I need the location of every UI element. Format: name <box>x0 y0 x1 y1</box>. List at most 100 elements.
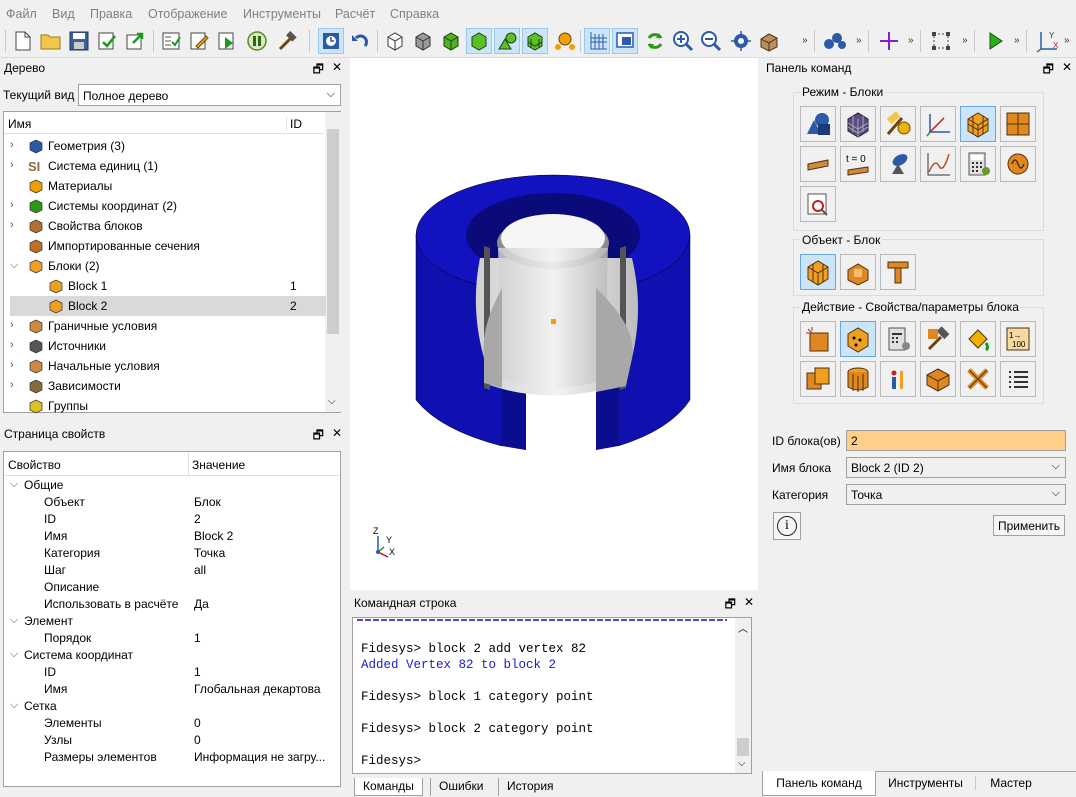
3d-viewport[interactable]: Z Y X <box>350 58 758 590</box>
tree-item[interactable]: Импортированные сечения <box>10 236 326 256</box>
mode-calc-button[interactable] <box>960 146 996 182</box>
mode-blocks-button[interactable] <box>960 106 996 142</box>
property-row[interactable]: Категория Точка <box>4 545 334 562</box>
model-render[interactable] <box>350 58 758 590</box>
tab-tools[interactable]: Инструменты <box>876 776 976 790</box>
action-calc-button[interactable] <box>880 321 916 357</box>
mode-mesh-button[interactable] <box>840 106 876 142</box>
tree-item[interactable]: Группы <box>10 396 326 416</box>
float-panel-icon[interactable]: 🗗 <box>313 60 324 81</box>
block-name-select[interactable]: Block 2 (ID 2) ⌵ <box>846 457 1066 478</box>
tab-commands[interactable]: Команды <box>354 778 423 796</box>
save-icon[interactable] <box>66 28 92 54</box>
window-icon[interactable] <box>612 28 638 54</box>
shaded-gray-icon[interactable] <box>410 28 436 54</box>
action-delete-button[interactable] <box>960 361 996 397</box>
console-scrollbar[interactable]: ︿ ⌵ <box>735 618 751 773</box>
mode-dependencies-button[interactable] <box>920 146 956 182</box>
mode-grid-button[interactable] <box>1000 106 1036 142</box>
chevron-right-icon[interactable]: › <box>10 319 20 331</box>
mode-initial-button[interactable]: t = 0 <box>840 146 876 182</box>
mode-materials-button[interactable] <box>880 106 916 142</box>
property-row[interactable]: Узлы 0 <box>4 732 334 749</box>
tree-item[interactable]: Block 2 2 <box>10 296 326 316</box>
property-row[interactable]: Использовать в расчёте Да <box>4 596 334 613</box>
info-button[interactable]: i <box>773 512 801 540</box>
tab-errors[interactable]: Ошибки <box>430 778 492 796</box>
open-folder-icon[interactable] <box>38 28 64 54</box>
menu-help[interactable]: Справка <box>390 7 439 21</box>
tree-item[interactable]: ⌵ Блоки (2) <box>10 256 326 276</box>
close-icon[interactable]: ✕ <box>332 60 342 81</box>
property-row[interactable]: ID 1 <box>4 664 334 681</box>
close-icon[interactable]: ✕ <box>1062 60 1072 81</box>
object-section-button[interactable] <box>840 254 876 290</box>
solid-green-cube-icon[interactable] <box>466 28 492 54</box>
float-panel-icon[interactable]: 🗗 <box>1043 60 1054 81</box>
chevron-right-icon[interactable]: › <box>10 159 20 171</box>
axes-grid-icon[interactable] <box>584 28 610 54</box>
menu-edit[interactable]: Правка <box>90 7 132 21</box>
tree-item[interactable]: › Начальные условия <box>10 356 326 376</box>
toolbar-overflow-icon[interactable]: » <box>856 35 862 46</box>
chevron-right-icon[interactable]: › <box>10 339 20 351</box>
wireframe-view-icon[interactable] <box>382 28 408 54</box>
bounding-box-icon[interactable] <box>928 28 954 54</box>
close-icon[interactable]: ✕ <box>332 426 342 447</box>
chevron-down-icon[interactable]: ⌵ <box>10 648 18 661</box>
action-create-button[interactable] <box>800 321 836 357</box>
action-list-button[interactable] <box>1000 361 1036 397</box>
category-select[interactable]: Точка ⌵ <box>846 484 1066 505</box>
tree-item[interactable]: Материалы <box>10 176 326 196</box>
action-hammer-button[interactable] <box>920 321 956 357</box>
chevron-right-icon[interactable]: › <box>10 379 20 391</box>
run-icon[interactable] <box>982 28 1008 54</box>
tab-command-panel[interactable]: Панель команд <box>762 771 876 796</box>
console-output[interactable]: Fidesys> block 2 add vertex 82 Added Vert… <box>352 617 752 774</box>
chevron-down-icon[interactable]: ⌵ <box>10 699 18 712</box>
chevron-down-icon[interactable]: ⌵ <box>10 478 18 491</box>
zoom-in-icon[interactable] <box>670 28 696 54</box>
action-split-button[interactable] <box>800 361 836 397</box>
tree-item[interactable]: › Граничные условия <box>10 316 326 336</box>
select-mode-icon[interactable] <box>318 28 344 54</box>
chevron-down-icon[interactable]: ⌵ <box>10 614 18 627</box>
property-row[interactable]: Размеры элементов Информация не загру... <box>4 749 334 766</box>
property-group[interactable]: ⌵ Сетка <box>4 698 334 715</box>
export-arrow-icon[interactable] <box>122 28 148 54</box>
tab-wizard[interactable]: Мастер <box>976 776 1046 790</box>
zoom-out-icon[interactable] <box>698 28 724 54</box>
property-row[interactable]: Шаг all <box>4 562 334 579</box>
toolbar-overflow-icon[interactable]: » <box>962 35 968 46</box>
menu-file[interactable]: Файл <box>6 7 37 21</box>
property-row[interactable]: Элементы 0 <box>4 715 334 732</box>
view-select[interactable]: Полное дерево ⌵ <box>78 84 341 106</box>
scrollbar-thumb[interactable] <box>327 129 339 334</box>
menu-display[interactable]: Отображение <box>148 7 227 21</box>
toolbar-overflow-icon[interactable]: » <box>908 35 914 46</box>
export-check-icon[interactable] <box>94 28 120 54</box>
undo-icon[interactable] <box>346 28 372 54</box>
pause-icon[interactable] <box>244 28 270 54</box>
check-list-icon[interactable] <box>158 28 184 54</box>
property-group[interactable]: ⌵ Общие <box>4 477 334 494</box>
object-block-button[interactable] <box>800 254 836 290</box>
molecule-icon[interactable] <box>822 28 848 54</box>
action-box-button[interactable] <box>920 361 956 397</box>
property-group[interactable]: ⌵ Система координат <box>4 647 334 664</box>
run-script-icon[interactable] <box>214 28 240 54</box>
axes-icon[interactable]: YX <box>1034 28 1060 54</box>
action-properties-button[interactable] <box>840 321 876 357</box>
refresh-icon[interactable] <box>642 28 668 54</box>
tree-item[interactable]: › Системы координат (2) <box>10 196 326 216</box>
tree-item[interactable]: › Свойства блоков <box>10 216 326 236</box>
crosshair-icon[interactable] <box>876 28 902 54</box>
toolbar-overflow-icon[interactable]: » <box>802 35 808 46</box>
hammer-tool-icon[interactable] <box>274 28 300 54</box>
property-group[interactable]: ⌵ Элемент <box>4 613 334 630</box>
property-row[interactable]: Имя Глобальная декартова <box>4 681 334 698</box>
shaded-green-icon[interactable] <box>438 28 464 54</box>
chevron-right-icon[interactable]: › <box>10 359 20 371</box>
tree-scrollbar[interactable]: ⌵ <box>325 112 341 412</box>
property-row[interactable]: Порядок 1 <box>4 630 334 647</box>
